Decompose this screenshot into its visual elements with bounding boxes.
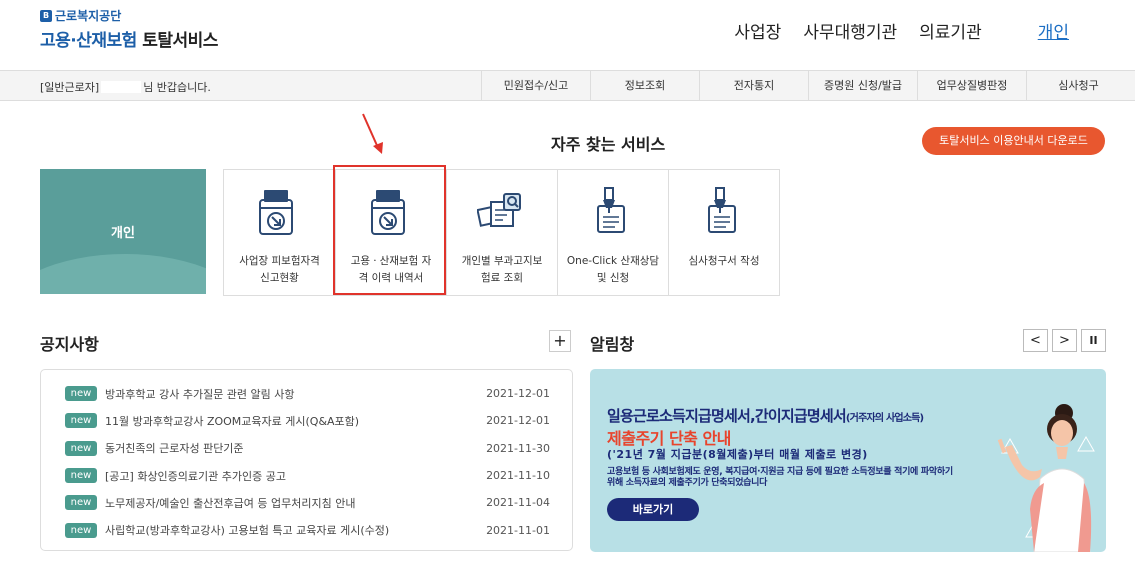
notice-item[interactable]: new 방과후학교 강사 추가질문 관련 알림 사항 2021-12-01 bbox=[65, 380, 550, 407]
welcome-message: [일반근로자] 님 반갑습니다. bbox=[40, 79, 211, 95]
notice-item[interactable]: new 동거친족의 근로자성 판단기준 2021-11-30 bbox=[65, 435, 550, 462]
notices-list: new 방과후학교 강사 추가질문 관련 알림 사항 2021-12-01 ne… bbox=[65, 380, 550, 544]
service-appeal-form[interactable]: 심사청구서 작성 bbox=[668, 170, 779, 295]
notice-title: [공고] 화상인증의료기관 추가인증 공고 bbox=[105, 469, 286, 483]
notice-item[interactable]: new 11월 방과후학교강사 ZOOM교육자료 게시(Q&A포함) 2021-… bbox=[65, 407, 550, 434]
menu-info-lookup[interactable]: 정보조회 bbox=[590, 71, 699, 100]
pen-document-icon bbox=[708, 187, 736, 233]
notice-date: 2021-11-30 bbox=[486, 441, 550, 455]
menu-certificate[interactable]: 증명원 신청/발급 bbox=[808, 71, 917, 100]
service-label-line1: 사업장 피보험자격 bbox=[239, 255, 320, 267]
alerts-next-button[interactable]: > bbox=[1052, 329, 1077, 352]
menu-e-notice[interactable]: 전자통지 bbox=[699, 71, 808, 100]
favorite-services: 사업장 피보험자격 신고현황 고용ㆍ산재보험 자 격 이력 내역서 개인별 부과… bbox=[223, 169, 780, 296]
notice-date: 2021-11-10 bbox=[486, 469, 550, 483]
service-workplace-insured-status[interactable]: 사업장 피보험자격 신고현황 bbox=[224, 170, 335, 295]
notice-title: 노무제공자/예술인 출산전후급여 등 업무처리지침 안내 bbox=[105, 496, 356, 510]
notices-title: 공지사항 bbox=[40, 335, 99, 354]
notice-title: 방과후학교 강사 추가질문 관련 알림 사항 bbox=[105, 387, 295, 401]
notice-date: 2021-12-01 bbox=[486, 387, 550, 401]
new-badge: new bbox=[65, 386, 97, 402]
red-arrow-icon bbox=[362, 113, 383, 154]
alerts-prev-button[interactable]: < bbox=[1023, 329, 1048, 352]
notice-date: 2021-11-01 bbox=[486, 523, 550, 537]
menu-appeal[interactable]: 심사청구 bbox=[1026, 71, 1130, 100]
new-badge: new bbox=[65, 495, 97, 511]
alert-banner[interactable]: 일용근로소득지급명세서,간이지급명세서(거주자의 사업소득) 제출주기 단축 안… bbox=[590, 369, 1106, 552]
notice-item[interactable]: new 노무제공자/예술인 출산전후급여 등 업무처리지침 안내 2021-11… bbox=[65, 489, 550, 516]
menu-disease-judgment[interactable]: 업무상질병판정 bbox=[917, 71, 1026, 100]
nav-medical[interactable]: 의료기관 bbox=[919, 18, 982, 43]
header: B 근로복지공단 고용·산재보험 토탈서비스 사업장 사무대행기관 의료기관 개… bbox=[0, 0, 1135, 70]
new-badge: new bbox=[65, 413, 97, 429]
user-type: [일반근로자] bbox=[40, 81, 100, 94]
masked-username bbox=[101, 81, 142, 93]
service-label-line2: 신고현황 bbox=[260, 272, 299, 284]
new-badge: new bbox=[65, 468, 97, 484]
new-badge: new bbox=[65, 522, 97, 538]
service-premium-lookup[interactable]: 개인별 부과고지보 험료 조회 bbox=[446, 170, 557, 295]
nav-business[interactable]: 사업장 bbox=[734, 18, 781, 43]
alerts-title: 알림창 bbox=[590, 335, 635, 354]
document-search-icon bbox=[477, 193, 521, 227]
notice-date: 2021-11-04 bbox=[486, 496, 550, 510]
personal-card[interactable]: 개인 bbox=[40, 169, 206, 294]
logo[interactable]: B 근로복지공단 고용·산재보험 토탈서비스 bbox=[40, 7, 218, 51]
nav-personal[interactable]: 개인 bbox=[1038, 18, 1069, 43]
notice-title: 11월 방과후학교강사 ZOOM교육자료 게시(Q&A포함) bbox=[105, 414, 360, 428]
logo-service-name-dark: 토탈서비스 bbox=[142, 31, 218, 51]
personal-card-label: 개인 bbox=[111, 226, 135, 241]
logo-service-name: 고용·산재보험 bbox=[40, 31, 137, 51]
notices-box: new 방과후학교 강사 추가질문 관련 알림 사항 2021-12-01 ne… bbox=[40, 369, 573, 551]
logo-org-name: 근로복지공단 bbox=[55, 9, 122, 23]
notice-item[interactable]: new [공고] 화상인증의료기관 추가인증 공고 2021-11-10 bbox=[65, 462, 550, 489]
banner-headline-small: (거주자의 사업소득) bbox=[845, 413, 924, 424]
service-label-line1: 개인별 부과고지보 bbox=[461, 255, 543, 267]
highlight-box bbox=[333, 165, 446, 295]
banner-headline: 일용근로소득지급명세서,간이지급명세서 bbox=[607, 407, 847, 425]
banner-body: 고용보험 등 사회보험제도 운영, 복지급여·지원금 지급 등에 필요한 소득정… bbox=[607, 467, 953, 488]
sub-menu: 민원접수/신고 정보조회 전자통지 증명원 신청/발급 업무상질병판정 심사청구 bbox=[481, 71, 1130, 100]
service-label-line2: 및 신청 bbox=[596, 272, 630, 284]
logo-mark-icon: B bbox=[40, 9, 52, 22]
service-label-line1: One-Click 산재상담 bbox=[566, 255, 660, 267]
service-one-click-consultation[interactable]: One-Click 산재상담 및 신청 bbox=[557, 170, 668, 295]
top-nav: 사업장 사무대행기관 의료기관 개인 bbox=[734, 18, 1069, 43]
person-illustration-icon bbox=[997, 404, 1095, 552]
notice-date: 2021-12-01 bbox=[486, 414, 550, 428]
favorites-title: 자주 찾는 서비스 bbox=[551, 135, 666, 154]
sub-menu-bar: [일반근로자] 님 반갑습니다. 민원접수/신고 정보조회 전자통지 증명원 신… bbox=[0, 70, 1135, 101]
service-label-line1: 심사청구서 작성 bbox=[688, 255, 760, 267]
notices-more-button[interactable]: + bbox=[549, 330, 571, 352]
notice-title: 동거친족의 근로자성 판단기준 bbox=[105, 442, 244, 456]
nav-agency[interactable]: 사무대행기관 bbox=[803, 18, 897, 43]
menu-civil-petition[interactable]: 민원접수/신고 bbox=[481, 71, 590, 100]
notice-item[interactable]: new 사립학교(방과후학교강사) 고용보험 특고 교육자료 게시(수정) 20… bbox=[65, 516, 550, 543]
folder-arrow-icon bbox=[259, 190, 293, 235]
new-badge: new bbox=[65, 440, 97, 456]
pen-document-icon bbox=[597, 187, 625, 233]
welcome-text: 님 반갑습니다. bbox=[143, 81, 211, 94]
download-guide-button[interactable]: 토탈서비스 이용안내서 다운로드 bbox=[922, 127, 1105, 155]
banner-go-button[interactable]: 바로가기 bbox=[607, 498, 699, 521]
alerts-pause-button[interactable]: II bbox=[1081, 329, 1106, 352]
banner-period: ('21년 7월 지급분(8월제출)부터 매월 제출로 변경) bbox=[607, 448, 868, 461]
notice-title: 사립학교(방과후학교강사) 고용보험 특고 교육자료 게시(수정) bbox=[105, 524, 390, 538]
service-label-line2: 험료 조회 bbox=[481, 272, 523, 284]
